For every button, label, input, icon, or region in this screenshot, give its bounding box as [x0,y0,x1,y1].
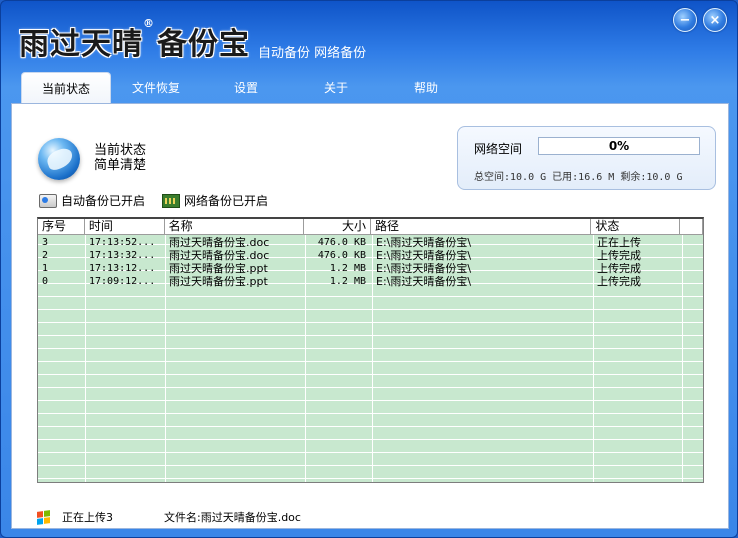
minimize-button[interactable]: − [673,8,697,32]
network-space-label: 网络空间 [474,142,523,156]
app-slogan: 自动备份 网络备份 [258,46,367,61]
cell-no: 3 [42,237,49,248]
cell-no: 0 [42,276,49,287]
close-button[interactable]: × [703,8,727,32]
network-backup-label: 网络备份已开启 [184,194,269,208]
col-header-state[interactable]: 状态 [591,219,681,235]
cell-name: 雨过天晴备份宝.ppt [169,276,268,288]
network-backup-indicator: 网络备份已开启 [162,192,268,209]
auto-backup-indicator: 自动备份已开启 [39,192,145,209]
cell-state: 上传完成 [597,276,641,288]
cell-no: 2 [42,250,49,261]
col-header-blank [680,219,703,235]
table-row[interactable]: 0 17:09:12... 雨过天晴备份宝.ppt 1.2 MB E:\雨过天晴… [38,276,703,289]
registered-mark: ® [143,17,155,30]
status-bar: 正在上传3 文件名:雨过天晴备份宝.doc [37,509,301,525]
table-row[interactable]: 1 17:13:12... 雨过天晴备份宝.ppt 1.2 MB E:\雨过天晴… [38,263,703,276]
cell-time: 17:13:52... [89,237,156,248]
app-window: 雨过天晴®备份宝 自动备份 网络备份 − × 当前状态 文件恢复 设置 关于 帮… [0,0,738,538]
cell-name: 雨过天晴备份宝.ppt [169,263,268,275]
cell-name: 雨过天晴备份宝.doc [169,250,270,262]
tab-settings[interactable]: 设置 [201,72,291,104]
windows-flag-icon [37,509,50,525]
network-space-box: 网络空间 0% 总空间:10.0 G 已用:16.6 M 剩余:10.0 G [457,126,716,190]
cell-path: E:\雨过天晴备份宝\ [376,237,472,249]
cell-name: 雨过天晴备份宝.doc [169,237,270,249]
tab-about[interactable]: 关于 [291,72,381,104]
col-header-name[interactable]: 名称 [165,219,305,235]
close-icon: × [709,12,721,28]
cell-path: E:\雨过天晴备份宝\ [376,276,472,288]
cell-size: 476.0 KB [317,250,366,261]
table-header: 序号 时间 名称 大小 路径 状态 [38,219,703,235]
auto-backup-label: 自动备份已开启 [61,194,146,208]
cell-state: 上传完成 [597,250,641,262]
current-filename: 文件名:雨过天晴备份宝.doc [164,511,301,524]
logo-main-text: 雨过天晴 [19,27,143,62]
progress-text: 0% [608,139,630,153]
main-panel: 当前状态 简单清楚 网络空间 0% 总空间:10.0 G 已用:16.6 M 剩… [11,103,729,529]
cell-time: 17:09:12... [89,276,156,287]
network-card-icon [162,193,180,208]
network-space-progress: 0% [538,137,700,155]
table-row[interactable]: 2 17:13:32... 雨过天晴备份宝.doc 476.0 KB E:\雨过… [38,250,703,263]
col-header-size[interactable]: 大小 [304,219,371,235]
cell-size: 1.2 MB [329,263,366,274]
table-body: 3 17:13:52... 雨过天晴备份宝.doc 476.0 KB E:\雨过… [38,237,703,289]
minimize-icon: − [679,12,691,28]
tab-bar: 当前状态 文件恢复 设置 关于 帮助 [21,72,471,104]
cell-state: 上传完成 [597,263,641,275]
network-space-info: 总空间:10.0 G 已用:16.6 M 剩余:10.0 G [474,172,683,183]
cell-path: E:\雨过天晴备份宝\ [376,263,472,275]
cell-no: 1 [42,263,49,274]
col-header-path[interactable]: 路径 [371,219,592,235]
uploading-status: 正在上传3 [62,511,113,524]
status-title: 当前状态 [94,143,147,158]
cell-time: 17:13:12... [89,263,156,274]
backup-list-table[interactable]: 序号 时间 名称 大小 路径 状态 3 17:13:52... 雨过天晴备份宝.… [37,217,704,483]
title-bar: 雨过天晴®备份宝 自动备份 网络备份 − × [1,1,737,71]
globe-icon [38,138,80,180]
status-subtitle: 简单清楚 [94,158,147,173]
app-logo: 雨过天晴®备份宝 [19,17,250,63]
cell-path: E:\雨过天晴备份宝\ [376,250,472,262]
col-header-no[interactable]: 序号 [38,219,85,235]
logo-sub-text: 备份宝 [157,27,250,62]
cell-state: 正在上传 [597,237,641,249]
cell-size: 1.2 MB [329,276,366,287]
cell-time: 17:13:32... [89,250,156,261]
tab-current-status[interactable]: 当前状态 [21,72,111,104]
tab-help[interactable]: 帮助 [381,72,471,104]
table-row[interactable]: 3 17:13:52... 雨过天晴备份宝.doc 476.0 KB E:\雨过… [38,237,703,250]
col-header-time[interactable]: 时间 [85,219,165,235]
tab-file-restore[interactable]: 文件恢复 [111,72,201,104]
disk-icon [39,193,57,208]
cell-size: 476.0 KB [317,237,366,248]
